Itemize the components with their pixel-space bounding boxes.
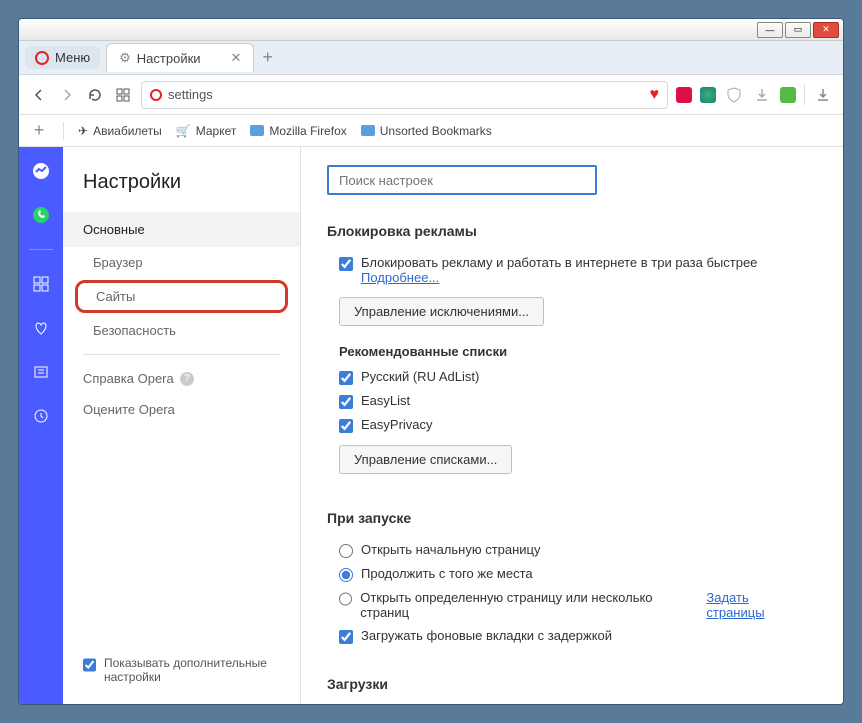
tab-close-icon[interactable]: ✕ — [231, 50, 242, 66]
folder-icon — [361, 125, 375, 136]
bookmark-market[interactable]: 🛒 Маркет — [176, 124, 237, 138]
reload-button[interactable] — [85, 85, 105, 105]
grid-icon[interactable] — [31, 274, 51, 294]
bookmarks-bar: + ✈ Авиабилеты 🛒 Маркет Mozilla Firefox … — [19, 115, 843, 147]
download-icon[interactable] — [752, 85, 772, 105]
list-ru-label: Русский (RU AdList) — [361, 369, 479, 384]
address-field-wrap: ♥ — [141, 81, 668, 109]
nav-security[interactable]: Безопасность — [63, 315, 300, 346]
address-input[interactable] — [168, 87, 644, 102]
download-icon-2[interactable] — [813, 85, 833, 105]
list-easyprivacy-checkbox[interactable] — [339, 419, 353, 433]
extension-icon-3[interactable] — [780, 87, 796, 103]
folder-icon — [250, 125, 264, 136]
extension-icon-1[interactable] — [676, 87, 692, 103]
app-sidebar — [19, 147, 63, 704]
list-easylist-label: EasyList — [361, 393, 410, 408]
startup-continue-label: Продолжить с того же места — [361, 566, 533, 581]
nav-browser[interactable]: Браузер — [63, 247, 300, 278]
show-advanced-cb[interactable] — [83, 658, 96, 672]
startup-specific-radio[interactable] — [339, 592, 352, 606]
rate-opera[interactable]: Оцените Opera — [63, 394, 300, 425]
learn-more-link[interactable]: Подробнее... — [361, 270, 439, 285]
startup-specific-label: Открыть определенную страницу или нескол… — [360, 590, 687, 620]
bookmark-unsorted[interactable]: Unsorted Bookmarks — [361, 124, 492, 138]
recommended-lists-title: Рекомендованные списки — [339, 344, 805, 359]
startup-section: При запуске Открыть начальную страницу П… — [327, 510, 817, 648]
manage-exceptions-button[interactable]: Управление исключениями... — [339, 297, 544, 326]
show-advanced-checkbox[interactable]: Показывать дополнительные настройки — [63, 656, 300, 684]
divider — [83, 354, 280, 355]
add-bookmark-button[interactable]: + — [29, 121, 49, 141]
maximize-button[interactable]: ▭ — [785, 22, 811, 38]
tab-label: Настройки — [137, 51, 201, 66]
back-button[interactable] — [29, 85, 49, 105]
titlebar: — ▭ ✕ — [19, 19, 843, 41]
nav-sites[interactable]: Сайты — [75, 280, 288, 313]
minimize-button[interactable]: — — [757, 22, 783, 38]
block-ads-label: Блокировать рекламу и работать в интерне… — [361, 255, 757, 270]
divider — [29, 249, 53, 250]
divider — [63, 122, 64, 140]
startup-title: При запуске — [327, 510, 817, 526]
whatsapp-icon[interactable] — [31, 205, 51, 225]
cart-icon: 🛒 — [176, 124, 191, 138]
shield-icon[interactable] — [724, 85, 744, 105]
adblock-title: Блокировка рекламы — [327, 223, 817, 239]
startup-home-radio[interactable] — [339, 544, 353, 558]
messenger-icon[interactable] — [31, 161, 51, 181]
plane-icon: ✈ — [78, 124, 88, 138]
downloads-section: Загрузки Папка загрузки: C:\Users\ПК\Dow… — [327, 676, 817, 704]
adblock-toggle-row: Блокировать рекламу и работать в интерне… — [327, 251, 817, 289]
site-icon — [150, 89, 162, 101]
settings-search-input[interactable] — [327, 165, 597, 195]
speed-dial-button[interactable] — [113, 85, 133, 105]
bookmark-mozilla[interactable]: Mozilla Firefox — [250, 124, 346, 138]
nav-basic[interactable]: Основные — [63, 212, 300, 247]
content-area: Настройки Основные Браузер Сайты Безопас… — [19, 147, 843, 704]
app-window: — ▭ ✕ Меню ⚙ Настройки ✕ + ♥ — [18, 18, 844, 705]
load-bg-label: Загружать фоновые вкладки с задержкой — [361, 628, 612, 643]
forward-button[interactable] — [57, 85, 77, 105]
settings-main: Блокировка рекламы Блокировать рекламу и… — [301, 147, 843, 704]
manage-lists-button[interactable]: Управление списками... — [339, 445, 512, 474]
settings-nav: Основные Браузер Сайты Безопасность Спра… — [63, 212, 300, 425]
opera-logo-icon — [35, 51, 49, 65]
new-tab-button[interactable]: + — [262, 47, 273, 68]
block-ads-checkbox[interactable] — [339, 257, 353, 271]
close-button[interactable]: ✕ — [813, 22, 839, 38]
help-icon: ? — [180, 372, 194, 386]
history-icon[interactable] — [31, 406, 51, 426]
list-easyprivacy-label: EasyPrivacy — [361, 417, 433, 432]
bookmark-heart-icon[interactable]: ♥ — [650, 86, 660, 104]
set-pages-link[interactable]: Задать страницы — [706, 590, 805, 620]
address-bar: ♥ — [19, 75, 843, 115]
menu-label: Меню — [55, 50, 90, 65]
menu-button[interactable]: Меню — [25, 46, 100, 69]
heart-outline-icon[interactable] — [31, 318, 51, 338]
tab-bar: Меню ⚙ Настройки ✕ + — [19, 41, 843, 75]
adblock-section: Блокировка рекламы Блокировать рекламу и… — [327, 223, 817, 482]
help-opera[interactable]: Справка Opera ? — [63, 363, 300, 394]
divider — [804, 85, 805, 105]
list-easylist-checkbox[interactable] — [339, 395, 353, 409]
bookmark-aviabilety[interactable]: ✈ Авиабилеты — [78, 124, 162, 138]
extension-icon-2[interactable] — [700, 87, 716, 103]
downloads-title: Загрузки — [327, 676, 817, 692]
settings-title: Настройки — [63, 147, 300, 212]
settings-sidebar: Настройки Основные Браузер Сайты Безопас… — [63, 147, 301, 704]
load-bg-checkbox[interactable] — [339, 630, 353, 644]
list-ru-checkbox[interactable] — [339, 371, 353, 385]
startup-home-label: Открыть начальную страницу — [361, 542, 541, 557]
gear-icon: ⚙ — [119, 50, 131, 66]
news-icon[interactable] — [31, 362, 51, 382]
tab-settings[interactable]: ⚙ Настройки ✕ — [106, 43, 254, 72]
startup-continue-radio[interactable] — [339, 568, 353, 582]
